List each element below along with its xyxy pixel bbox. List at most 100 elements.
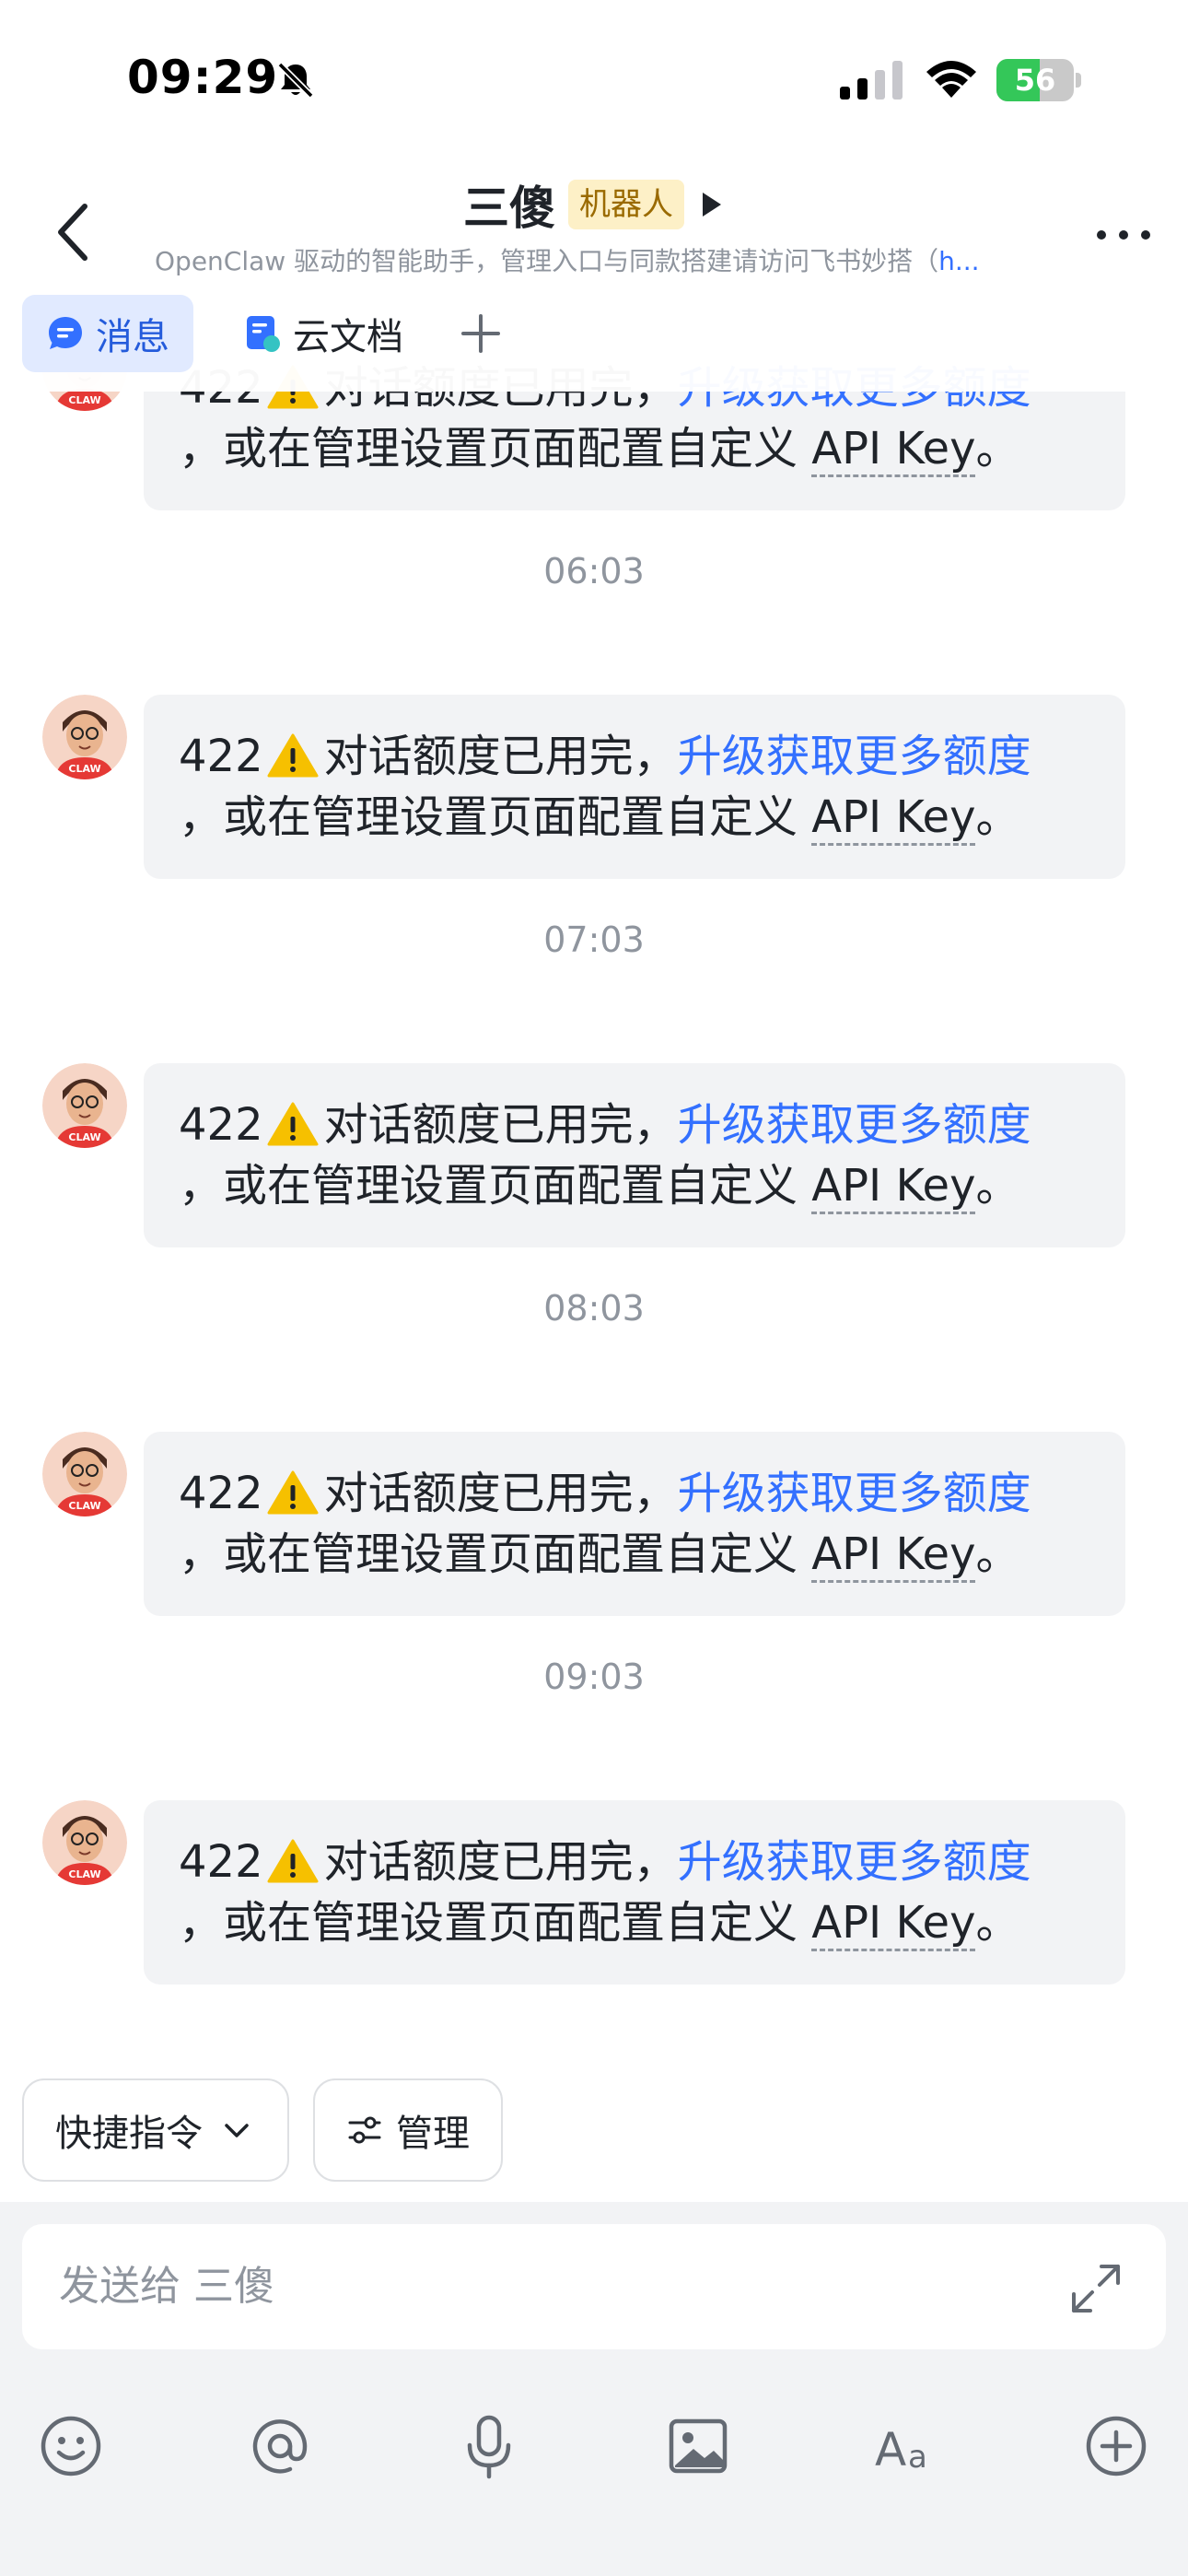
manage-button[interactable]: 管理 [313, 2078, 503, 2182]
bot-avatar[interactable]: CLAW [42, 1432, 127, 1516]
status-time: 09:29 [127, 51, 279, 104]
subtitle-link[interactable]: h... [938, 246, 979, 276]
chat-header: 三傻 机器人 OpenClaw 驱动的智能助手，管理入口与同款搭建请访问飞书妙搭… [0, 157, 1188, 392]
error-code: 422 [179, 731, 263, 782]
timestamp: 07:03 [543, 919, 645, 960]
upgrade-quota-link[interactable]: 升级获取更多额度 [678, 1836, 1031, 1888]
api-key-term[interactable]: API Key [811, 1528, 976, 1583]
avatar-label: CLAW [68, 1131, 100, 1143]
bot-avatar[interactable]: CLAW [42, 1063, 127, 1148]
avatar-image: CLAW [42, 1063, 127, 1148]
message-text-2: ，或在管理设置页面配置自定义 [179, 1528, 812, 1580]
message-text-end: 。 [975, 423, 1020, 474]
avatar-image: CLAW [42, 1432, 127, 1516]
api-key-term[interactable]: API Key [811, 1897, 976, 1951]
avatar-image: CLAW [42, 1800, 127, 1885]
error-code: 422 [179, 1468, 263, 1519]
avatar-label: CLAW [68, 763, 100, 775]
message-icon [49, 317, 82, 349]
quick-action-bar: 快捷指令 管理 [0, 2073, 1188, 2202]
message-text-end: 。 [975, 1528, 1020, 1580]
message-line-2: ，或在管理设置页面配置自定义 API Key。 [179, 418, 1090, 479]
warning-icon [267, 733, 319, 778]
sliders-icon [348, 2116, 381, 2144]
message-line-2: ，或在管理设置页面配置自定义 API Key。 [179, 1524, 1090, 1585]
message-bubble[interactable]: 422 对话额度已用完，升级获取更多额度 ，或在管理设置页面配置自定义 API K… [144, 1063, 1125, 1247]
message-text-2: ，或在管理设置页面配置自定义 [179, 423, 812, 474]
upgrade-quota-link[interactable]: 升级获取更多额度 [678, 1468, 1031, 1519]
avatar-image: CLAW [42, 695, 127, 779]
message-text: 对话额度已用完， [323, 1836, 678, 1888]
more-button[interactable] [1087, 207, 1160, 263]
title-row[interactable]: 三傻 机器人 [0, 168, 1188, 241]
upgrade-quota-link[interactable]: 升级获取更多额度 [678, 1099, 1031, 1151]
message-line-1: 422 对话额度已用完，升级获取更多额度 [179, 1095, 1090, 1155]
error-code: 422 [179, 1099, 263, 1151]
text-format-icon[interactable]: A a [871, 2410, 943, 2482]
tab-label: 消息 [96, 316, 169, 358]
message-row: CLAW 422 对话额度已用完，升级获取更多额度 ，或在管理设置页面配置自定义 … [0, 695, 1188, 879]
shortcuts-button[interactable]: 快捷指令 [22, 2078, 289, 2182]
add-tab-button[interactable] [453, 295, 508, 372]
cloud-doc-icon [247, 316, 280, 352]
message-bubble[interactable]: 422 对话额度已用完，升级获取更多额度 ，或在管理设置页面配置自定义 API K… [144, 1800, 1125, 1985]
message-line-1: 422 对话额度已用完，升级获取更多额度 [179, 1832, 1090, 1892]
plus-circle-icon[interactable] [1080, 2410, 1152, 2482]
api-key-term[interactable]: API Key [811, 791, 976, 846]
message-text-end: 。 [975, 791, 1020, 843]
plus-icon [461, 314, 500, 353]
message-text: 对话额度已用完， [323, 731, 678, 782]
message-input[interactable]: 发送给 三傻 [22, 2224, 1166, 2349]
more-dots-icon [1097, 230, 1150, 240]
mention-icon[interactable] [244, 2410, 316, 2482]
bot-badge: 机器人 [568, 180, 684, 229]
svg-text:A: A [875, 2423, 906, 2476]
battery-level: 56 [1014, 63, 1056, 98]
microphone-icon[interactable] [453, 2410, 525, 2482]
api-key-term[interactable]: API Key [811, 1160, 976, 1214]
api-key-term[interactable]: API Key [811, 423, 976, 477]
chat-screen: CLAW 422对话额度已用完，升级获取更多额度 ，或在管理设置页面配置自定义 … [0, 0, 1188, 2576]
avatar-label: CLAW [68, 394, 100, 406]
image-icon[interactable] [662, 2410, 734, 2482]
timestamp: 06:03 [543, 551, 645, 591]
avatar-label: CLAW [68, 1500, 100, 1512]
message-row: CLAW 422 对话额度已用完，升级获取更多额度 ，或在管理设置页面配置自定义 … [0, 1432, 1188, 1616]
composer: 发送给 三傻 A a [0, 2202, 1188, 2576]
message-text-end: 。 [975, 1897, 1020, 1949]
chevron-down-icon [225, 2124, 249, 2137]
status-bar: 09:29 56 [0, 0, 1188, 157]
tab-label: 云文档 [293, 316, 403, 358]
chat-title[interactable]: 三傻 [463, 171, 555, 238]
chat-subtitle[interactable]: OpenClaw 驱动的智能助手，管理入口与同款搭建请访问飞书妙搭（h... [155, 241, 1030, 278]
emoji-icon[interactable] [35, 2410, 107, 2482]
bot-avatar[interactable]: CLAW [42, 695, 127, 779]
upgrade-quota-link[interactable]: 升级获取更多额度 [678, 731, 1031, 782]
timestamp: 08:03 [543, 1288, 645, 1329]
input-placeholder: 发送给 三傻 [59, 2263, 274, 2310]
message-line-2: ，或在管理设置页面配置自定义 API Key。 [179, 1155, 1090, 1216]
cellular-signal-icon [840, 61, 903, 100]
error-code: 422 [179, 1836, 263, 1888]
message-line-1: 422 对话额度已用完，升级获取更多额度 [179, 726, 1090, 787]
chat-tabs: 消息 云文档 [22, 295, 508, 372]
svg-text:a: a [908, 2439, 927, 2476]
message-text-2: ，或在管理设置页面配置自定义 [179, 1160, 812, 1212]
message-bubble[interactable]: 422 对话额度已用完，升级获取更多额度 ，或在管理设置页面配置自定义 API K… [144, 695, 1125, 879]
warning-icon [267, 1102, 319, 1146]
tab-messages[interactable]: 消息 [22, 295, 193, 372]
warning-icon [267, 1470, 319, 1515]
message-line-2: ，或在管理设置页面配置自定义 API Key。 [179, 1892, 1090, 1953]
play-arrow-icon[interactable] [697, 189, 725, 220]
tab-cloud-docs[interactable]: 云文档 [219, 295, 427, 372]
message-line-1: 422 对话额度已用完，升级获取更多额度 [179, 1463, 1090, 1524]
message-text-end: 。 [975, 1160, 1020, 1212]
bot-avatar[interactable]: CLAW [42, 1800, 127, 1885]
message-row: CLAW 422 对话额度已用完，升级获取更多额度 ，或在管理设置页面配置自定义 … [0, 1063, 1188, 1247]
avatar-label: CLAW [68, 1868, 100, 1880]
message-line-2: ，或在管理设置页面配置自定义 API Key。 [179, 787, 1090, 848]
message-bubble[interactable]: 422 对话额度已用完，升级获取更多额度 ，或在管理设置页面配置自定义 API K… [144, 1432, 1125, 1616]
expand-icon[interactable] [1068, 2261, 1124, 2316]
shortcuts-label: 快捷指令 [55, 2113, 203, 2155]
message-text-2: ，或在管理设置页面配置自定义 [179, 791, 812, 843]
